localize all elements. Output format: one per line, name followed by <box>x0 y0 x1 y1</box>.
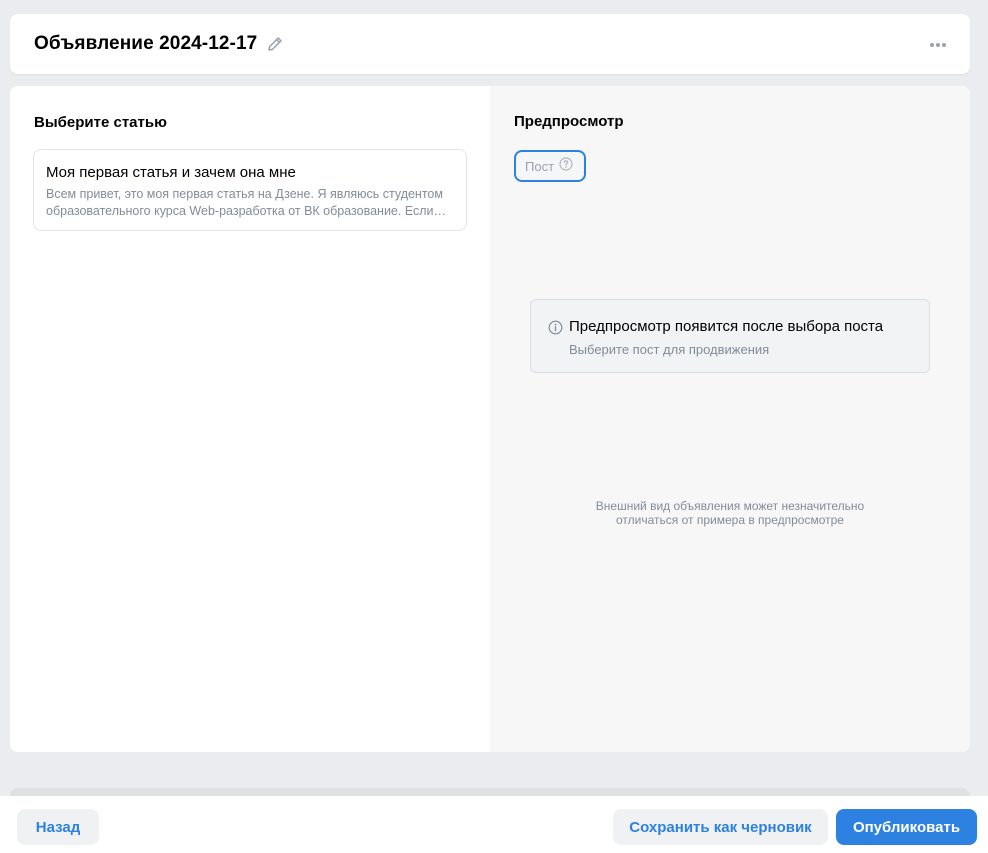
article-description: Всем привет, это моя первая статья на Дз… <box>46 187 443 218</box>
page-title: Объявление 2024-12-17 <box>34 33 258 54</box>
ad-header: Объявление 2024-12-17 <box>10 14 970 74</box>
preview-heading: Предпросмотр <box>514 113 624 130</box>
article-select-heading: Выберите статью <box>34 114 167 131</box>
preview-placeholder: Предпросмотр появится после выбора поста… <box>530 299 930 373</box>
more-options-button[interactable] <box>922 34 954 54</box>
article-title: Моя первая статья и зачем она мне <box>46 164 296 181</box>
back-button[interactable]: Назад <box>17 809 99 845</box>
post-chip-label: Пост <box>525 158 555 174</box>
action-footer: Назад Сохранить как черновик Опубликоват… <box>0 796 988 853</box>
help-circle-icon[interactable] <box>559 156 573 176</box>
publish-button[interactable]: Опубликовать <box>836 809 977 845</box>
ad-editor-card: Выберите статью Моя первая статья и заче… <box>10 86 970 752</box>
placeholder-subtitle: Выберите пост для продвижения <box>569 342 770 357</box>
pencil-icon[interactable] <box>266 35 284 53</box>
preview-disclaimer: Внешний вид объявления может незначитель… <box>595 499 865 527</box>
article-select-pane: Выберите статью Моя первая статья и заче… <box>10 86 490 752</box>
info-icon <box>548 320 563 335</box>
preview-pane: Предпросмотр Пост Предпросмотр появится … <box>490 86 970 752</box>
more-horizontal-icon <box>929 35 947 53</box>
article-card[interactable]: Моя первая статья и зачем она мне Всем п… <box>33 149 467 231</box>
post-format-chip[interactable]: Пост <box>514 150 586 182</box>
save-draft-button[interactable]: Сохранить как черновик <box>613 809 828 845</box>
placeholder-title: Предпросмотр появится после выбора поста <box>569 318 884 335</box>
